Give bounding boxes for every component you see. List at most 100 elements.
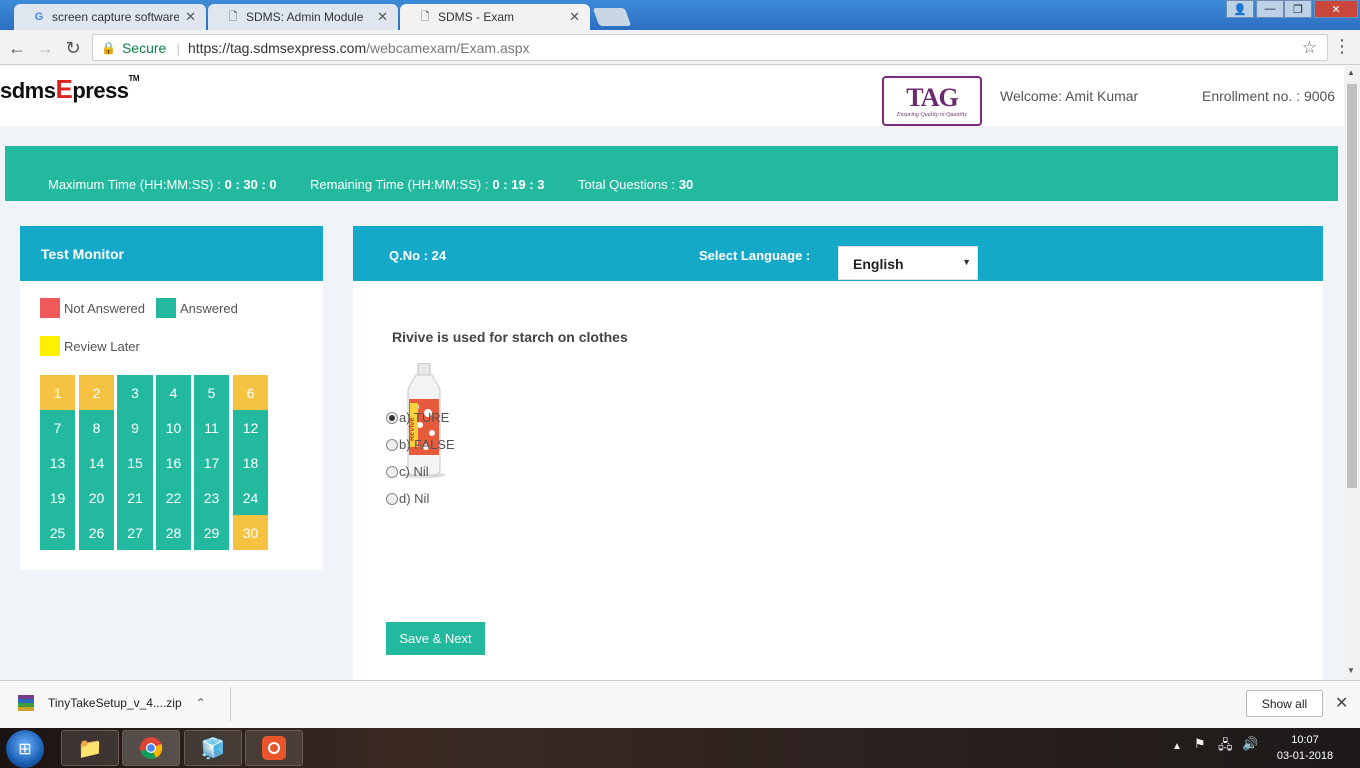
save-next-button[interactable]: Save & Next — [386, 622, 485, 655]
question-cell[interactable]: 16 — [156, 445, 191, 480]
question-cell[interactable]: 3 — [117, 375, 153, 410]
page-scrollbar[interactable]: ▲ ▼ — [1344, 66, 1360, 680]
answer-option[interactable]: b) FALSE — [386, 437, 455, 452]
browser-menu-icon[interactable]: ⋮ — [1333, 36, 1351, 57]
question-cell[interactable]: 8 — [79, 410, 114, 445]
question-cell[interactable]: 6 — [233, 375, 268, 410]
answer-option[interactable]: a) TURE — [386, 410, 449, 425]
new-tab-button[interactable] — [592, 8, 632, 26]
question-cell[interactable]: 5 — [194, 375, 229, 410]
action-center-flag-icon[interactable]: ⚑ — [1194, 736, 1206, 752]
language-label: Select Language : — [699, 248, 811, 263]
language-value: English — [853, 256, 904, 272]
close-window-button[interactable]: ✕ — [1314, 0, 1358, 18]
answer-option[interactable]: d) Nil — [386, 491, 429, 506]
download-divider — [230, 687, 231, 721]
secure-label: Secure — [121, 39, 167, 56]
radio-button[interactable] — [386, 465, 398, 478]
legend-answered: Answered — [156, 298, 238, 318]
chevron-up-icon[interactable]: ⌃ — [196, 696, 206, 710]
legend-swatch — [156, 298, 176, 318]
windows-taskbar: ⊞ 📁 🧊 ▲ ⚑ 🖧 🔊 10:07 03-01-2018 — [0, 728, 1360, 768]
question-cell[interactable]: 17 — [194, 445, 229, 480]
question-cell[interactable]: 10 — [156, 410, 191, 445]
question-cell[interactable]: 25 — [40, 515, 75, 550]
system-clock[interactable]: 10:07 03-01-2018 — [1270, 732, 1340, 764]
question-cell[interactable]: 7 — [40, 410, 75, 445]
total-questions: Total Questions :30 — [578, 177, 694, 192]
chrome-logo-icon — [140, 737, 163, 759]
browser-tab[interactable]: G screen capture software ✕ — [14, 4, 206, 30]
forward-icon[interactable]: → — [34, 37, 56, 59]
question-cell[interactable]: 28 — [156, 515, 191, 550]
browser-tab-active[interactable]: 🗋 SDMS - Exam ✕ — [400, 4, 590, 30]
question-cell[interactable]: 21 — [117, 480, 153, 515]
question-cell[interactable]: 20 — [79, 480, 114, 515]
clock-time: 10:07 — [1291, 734, 1319, 746]
question-cell[interactable]: 11 — [194, 410, 229, 445]
network-icon[interactable]: 🖧 — [1218, 736, 1233, 758]
file-explorer-icon[interactable]: 📁 — [61, 730, 119, 766]
question-cell[interactable]: 15 — [117, 445, 153, 480]
scroll-down-icon[interactable]: ▼ — [1347, 666, 1355, 675]
question-cell[interactable]: 14 — [79, 445, 114, 480]
chrome-icon[interactable] — [122, 730, 180, 766]
close-icon[interactable]: ✕ — [377, 9, 388, 25]
language-select[interactable]: English ▼ — [838, 246, 978, 280]
close-icon[interactable]: ✕ — [1335, 693, 1348, 713]
dropdown-caret-icon: ▼ — [962, 257, 971, 267]
url-path: /webcamexam/Exam.aspx — [366, 39, 530, 56]
answer-option-label: b) FALSE — [399, 437, 455, 452]
question-cell[interactable]: 12 — [233, 410, 268, 445]
question-cell[interactable]: 26 — [79, 515, 114, 550]
restore-button[interactable]: ❐ — [1284, 0, 1312, 18]
tray-expand-icon[interactable]: ▲ — [1172, 741, 1182, 752]
question-cell[interactable]: 19 — [40, 480, 75, 515]
virtualbox-icon[interactable]: 🧊 — [184, 730, 242, 766]
reload-icon[interactable]: ↻ — [62, 37, 84, 59]
close-icon[interactable]: ✕ — [185, 9, 196, 25]
question-cell[interactable]: 2 — [79, 375, 114, 410]
volume-icon[interactable]: 🔊 — [1242, 736, 1258, 752]
user-icon[interactable]: 👤 — [1226, 0, 1254, 18]
question-cell[interactable]: 18 — [233, 445, 268, 480]
question-cell[interactable]: 24 — [233, 480, 268, 515]
bookmark-star-icon[interactable]: ☆ — [1302, 38, 1317, 58]
answer-option-label: d) Nil — [399, 491, 430, 506]
remaining-time: Remaining Time (HH:MM:SS) :0 : 19 : 3 — [310, 177, 545, 192]
minimize-button[interactable]: — — [1256, 0, 1284, 18]
show-all-button[interactable]: Show all — [1246, 690, 1323, 717]
answer-option[interactable]: c) Nil — [386, 464, 429, 479]
tag-logo-text: TAG — [906, 83, 958, 112]
url-text: https://tag.sdmsexpress.com/webcamexam/E… — [188, 40, 530, 56]
question-cell[interactable]: 13 — [40, 445, 75, 480]
question-cell[interactable]: 4 — [156, 375, 191, 410]
max-time: Maximum Time (HH:MM:SS) :0 : 30 : 0 — [48, 177, 277, 192]
address-bar[interactable]: 🔒 Secure | https://tag.sdmsexpress.com/w… — [92, 34, 1328, 61]
question-cell[interactable]: 23 — [194, 480, 229, 515]
radio-button[interactable] — [386, 411, 398, 424]
scroll-up-icon[interactable]: ▲ — [1347, 68, 1355, 77]
question-cell[interactable]: 30 — [233, 515, 268, 550]
screen-recorder-icon[interactable] — [245, 730, 303, 766]
question-cell[interactable]: 29 — [194, 515, 229, 550]
browser-tab[interactable]: 🗋 SDMS: Admin Module ✕ — [208, 4, 398, 30]
download-item[interactable]: TinyTakeSetup_v_4....zip ⌃ — [18, 695, 206, 711]
legend-review-later: Review Later — [40, 336, 140, 356]
archive-icon — [18, 695, 34, 711]
back-icon[interactable]: ← — [6, 37, 28, 59]
scrollbar-thumb[interactable] — [1347, 84, 1357, 488]
welcome-text: Welcome: Amit Kumar — [1000, 88, 1139, 104]
question-cell[interactable]: 1 — [40, 375, 75, 410]
url-host: https://tag.sdmsexpress.com — [187, 39, 367, 56]
question-cell[interactable]: 27 — [117, 515, 153, 550]
legend-swatch — [40, 336, 60, 356]
question-cell[interactable]: 9 — [117, 410, 153, 445]
close-icon[interactable]: ✕ — [569, 9, 580, 25]
radio-button[interactable] — [386, 492, 398, 505]
windows-start-icon[interactable]: ⊞ — [6, 730, 44, 768]
clock-date: 03-01-2018 — [1276, 750, 1334, 762]
test-monitor-title: Test Monitor — [20, 226, 323, 281]
radio-button[interactable] — [386, 438, 398, 451]
question-cell[interactable]: 22 — [156, 480, 191, 515]
